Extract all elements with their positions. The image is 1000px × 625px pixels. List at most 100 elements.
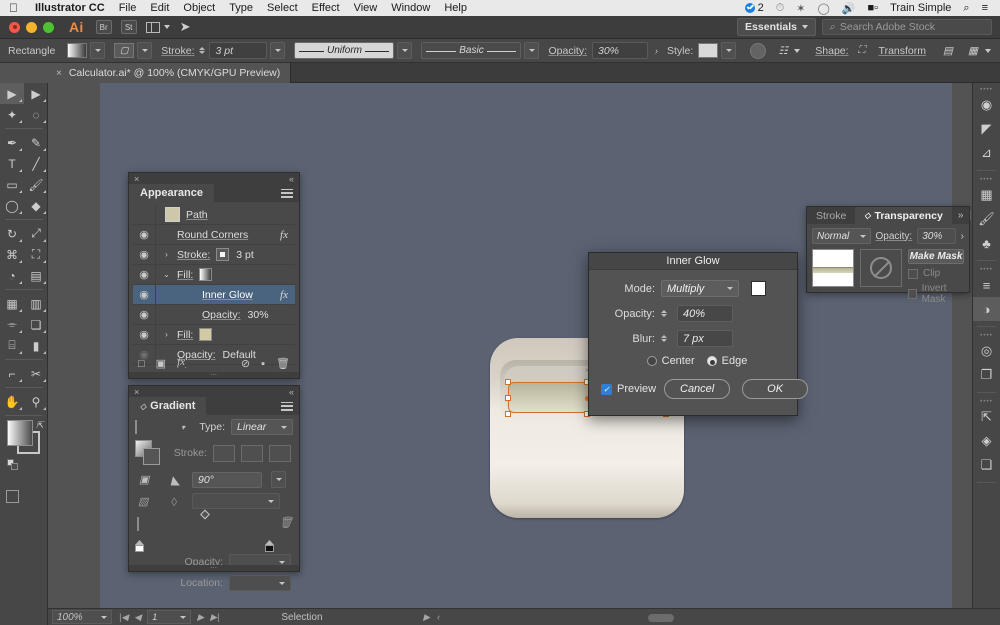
line-segment-tool[interactable]: ╱ (24, 153, 48, 174)
zoom-tool[interactable]: ⚲ (24, 391, 48, 412)
magic-wand-tool[interactable]: ✦ (0, 104, 24, 125)
next-artboard-button[interactable]: ▶ (197, 612, 204, 623)
tab-stroke[interactable]: Stroke (807, 207, 855, 224)
pathfinder-panel-icon[interactable]: ⊿ (973, 141, 1000, 165)
perspective-grid-tool[interactable]: ▤ (24, 265, 48, 286)
selection-tool[interactable]: ▶ (0, 83, 24, 104)
default-fill-stroke-icon[interactable] (7, 459, 18, 470)
opacity-row-1[interactable]: ◉Opacity:30% (133, 305, 295, 325)
gradient-stop-start[interactable] (135, 540, 144, 552)
chevron-right-icon[interactable]: › (961, 231, 964, 242)
change-screen-mode-icon[interactable] (6, 490, 19, 503)
gradient-type-select[interactable]: Linear (231, 419, 293, 435)
panel-menu-icon[interactable] (275, 397, 299, 415)
swap-fill-stroke-icon[interactable]: ⇱ (36, 420, 46, 430)
anchor-point[interactable] (505, 379, 511, 385)
fill-row-gradient[interactable]: ◉⌄Fill: (133, 265, 295, 285)
width-profile-control[interactable]: Uniform (294, 42, 412, 59)
graphic-style-swatch[interactable] (698, 43, 718, 58)
gradient-location-input[interactable] (229, 575, 291, 591)
menu-object[interactable]: Object (176, 2, 222, 14)
bluetooth-icon[interactable]: ✶ (790, 2, 811, 15)
clear-appearance-icon[interactable]: ⊘ (241, 357, 250, 370)
direct-selection-tool[interactable]: ▶ (24, 83, 48, 104)
stock-button[interactable]: St (121, 20, 137, 34)
layers-panel-icon[interactable]: ◈ (973, 429, 1000, 453)
user-name[interactable]: Train Simple (884, 2, 957, 14)
mask-thumbnail-none[interactable] (860, 249, 902, 287)
graphic-styles-panel-icon[interactable]: ◎ (973, 339, 1000, 363)
close-panel-icon[interactable]: × (134, 174, 139, 184)
transform-button[interactable]: Transform (879, 45, 931, 57)
stroke-weight-stepper[interactable] (199, 47, 205, 54)
eraser-tool[interactable]: ◆ (24, 195, 48, 216)
stroke-swatch[interactable]: ▢ (114, 43, 134, 58)
chevron-down-icon[interactable] (270, 42, 285, 59)
visibility-eye-icon[interactable]: ◉ (133, 328, 155, 341)
menu-effect[interactable]: Effect (305, 2, 347, 14)
gradient-reverse-icon[interactable]: ▣ (139, 474, 149, 486)
type-tool[interactable]: T (0, 153, 24, 174)
chevron-down-icon[interactable] (397, 42, 412, 59)
panel-grab-bar[interactable]: × « (129, 173, 299, 184)
airplay-icon[interactable]: ◯ (812, 2, 836, 15)
stroke-weight-value[interactable]: 3 pt (209, 42, 267, 59)
scale-tool[interactable]: ⤢ (24, 223, 48, 244)
free-transform-tool[interactable]: ⛶ (24, 244, 48, 265)
glow-color-swatch[interactable] (751, 281, 766, 296)
blend-mode-select[interactable]: Normal (812, 228, 871, 244)
battery-icon[interactable]: ■▫ (862, 2, 885, 14)
round-corners-row[interactable]: ◉Round Cornersfx (133, 225, 295, 245)
brush-definition-control[interactable]: Basic (421, 42, 539, 59)
chevron-right-icon[interactable]: › (655, 46, 658, 56)
stroke-panel-icon[interactable]: ≡ (973, 273, 1000, 297)
lasso-tool[interactable]: ◌ (24, 104, 48, 125)
volume-icon[interactable]: 🔊 (836, 2, 862, 15)
stroke-gradient-across-icon[interactable] (269, 445, 291, 462)
disclosure-triangle-icon[interactable]: ⌄ (161, 270, 172, 279)
column-graph-tool[interactable]: ▮ (24, 335, 48, 356)
shaper-tool[interactable]: ◯ (0, 195, 24, 216)
brushes-panel-icon[interactable]: 🖌 (973, 207, 1000, 231)
menu-type[interactable]: Type (222, 2, 260, 14)
chevron-left-icon[interactable]: ‹ (437, 612, 440, 622)
mesh-tool[interactable]: ▦ (0, 293, 24, 314)
chevron-down-icon[interactable] (524, 42, 539, 59)
cancel-button[interactable]: Cancel (664, 379, 730, 399)
close-panel-icon[interactable]: × (134, 387, 139, 397)
links-panel-icon[interactable]: ⇱ (973, 405, 1000, 429)
stroke-gradient-along-icon[interactable] (241, 445, 263, 462)
preview-checkbox[interactable]: ✓ Preview (601, 383, 656, 395)
brush-definition-dropdown[interactable]: Basic (421, 42, 521, 59)
spotlight-search-icon[interactable]: ⌕ (957, 2, 975, 15)
last-artboard-button[interactable]: ▶| (210, 612, 219, 623)
recolor-artwork-button[interactable] (750, 43, 766, 59)
appearance-panel-icon[interactable]: ❐ (973, 363, 1000, 387)
fill-stroke-indicator[interactable]: ⇱ (6, 420, 46, 472)
transparency-panel-icon[interactable]: ◑ (973, 297, 1000, 321)
tab-transparency[interactable]: ◇ Transparency (855, 207, 951, 224)
stroke-gradient-within-icon[interactable] (213, 445, 235, 462)
dock-group-handle[interactable]: •••• (973, 398, 1000, 405)
delete-gradient-stop-icon[interactable]: 🗑 (279, 514, 293, 530)
artwork-thumbnail[interactable] (812, 249, 854, 287)
fill-row-solid[interactable]: ◉›Fill: (133, 325, 295, 345)
ok-button[interactable]: OK (742, 379, 808, 399)
width-profile-dropdown[interactable]: Uniform (294, 42, 394, 59)
opacity-input[interactable]: 40% (677, 305, 733, 322)
fill-indicator[interactable] (7, 420, 33, 446)
distribute-button[interactable]: ▦ (965, 43, 991, 59)
close-icon[interactable]: × (56, 68, 62, 79)
menu-edit[interactable]: Edit (143, 2, 176, 14)
align-button[interactable]: ▤ (940, 43, 956, 59)
add-new-stroke-icon[interactable]: □ (138, 358, 145, 370)
document-tab[interactable]: × Calculator.ai* @ 100% (CMYK/GPU Previe… (48, 63, 291, 83)
chevron-down-icon[interactable] (721, 42, 736, 59)
color-guide-panel-icon[interactable]: ◤ (973, 117, 1000, 141)
visibility-eye-icon[interactable]: ◉ (133, 268, 155, 281)
dropbox-icon[interactable]: 2 (739, 2, 770, 14)
collapse-panel-icon[interactable]: « (289, 174, 294, 184)
gradient-angle-input[interactable]: 90° (192, 472, 262, 488)
menu-file[interactable]: File (112, 2, 144, 14)
apple-logo-icon[interactable]:  (0, 2, 28, 14)
